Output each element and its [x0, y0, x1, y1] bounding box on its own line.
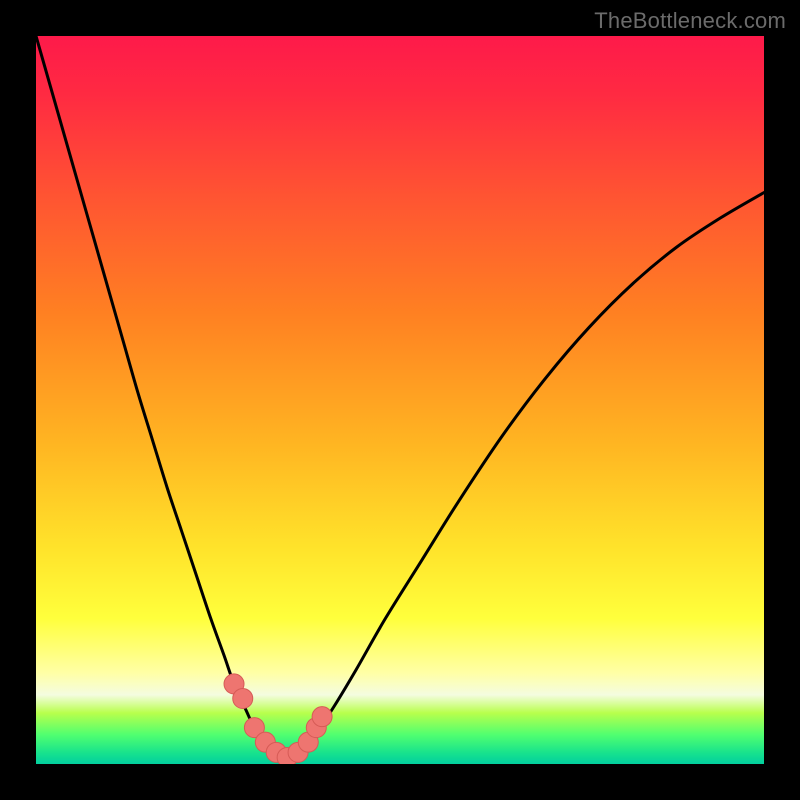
gradient-background [36, 36, 764, 764]
watermark-text: TheBottleneck.com [594, 8, 786, 34]
outer-frame: TheBottleneck.com [0, 0, 800, 800]
plot-area [36, 36, 764, 764]
